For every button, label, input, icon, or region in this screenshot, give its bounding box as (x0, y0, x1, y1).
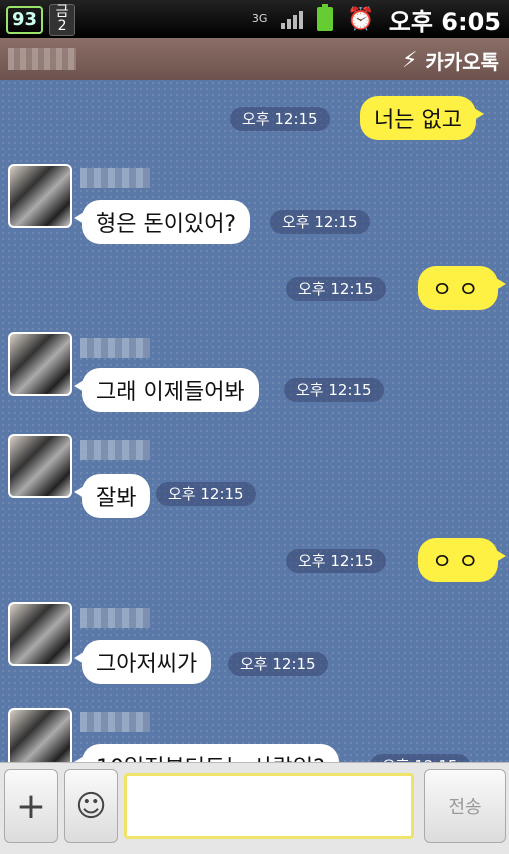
app-name: 카카오톡 (425, 50, 499, 74)
chat-area[interactable]: 오후 12:15 너는 없고 형은 돈이있어? 오후 12:15 오후 12:1… (0, 80, 509, 762)
message-time: 오후 12:15 (230, 107, 330, 131)
message-bubble-received[interactable]: 잘봐 (73, 474, 151, 518)
kakaotalk-brand: ⚡ 카카오톡 (402, 46, 499, 75)
message-time: 오후 12:15 (284, 378, 384, 402)
sender-name-blurred (80, 608, 150, 628)
status-time: 오후 6:05 (388, 7, 501, 36)
message-bubble-received[interactable]: 그아저씨가 (73, 640, 212, 684)
message-bubble-received[interactable]: 그래 이제들어봐 (74, 368, 259, 412)
sender-name-blurred (80, 712, 150, 732)
sender-name-blurred (80, 440, 150, 460)
message-bubble-received[interactable]: 10일전부터도는 사람임? (74, 744, 339, 762)
signal-icon (281, 9, 304, 29)
notification-badge-top: 금 (55, 4, 69, 20)
attach-plus-button[interactable]: + (4, 769, 58, 843)
message-time: 오후 12:15 (370, 754, 470, 762)
message-bubble-sent[interactable]: 너는 없고 (360, 96, 484, 140)
lightning-icon: ⚡ (401, 48, 418, 73)
message-time: 오후 12:15 (228, 652, 328, 676)
avatar[interactable] (8, 164, 72, 228)
message-input[interactable] (124, 773, 414, 839)
plus-icon: + (15, 785, 47, 827)
message-time: 오후 12:15 (286, 277, 386, 301)
battery-icon (317, 4, 334, 31)
smiley-icon: ☺ (75, 788, 107, 824)
status-bar: 93 금 2 3G ⏰ 오후 6:05 (0, 0, 509, 38)
message-time: 오후 12:15 (156, 482, 256, 506)
sender-name-blurred (80, 168, 150, 188)
message-time: 오후 12:15 (286, 549, 386, 573)
send-button[interactable]: 전송 (424, 769, 506, 843)
alarm-icon: ⏰ (347, 6, 375, 32)
avatar[interactable] (8, 708, 72, 762)
message-bubble-sent[interactable]: ㅇㅇ (418, 266, 508, 310)
message-input-bar: + ☺ 전송 (0, 762, 509, 854)
sender-name-blurred (80, 338, 150, 358)
battery-percent-badge: 93 (6, 6, 44, 34)
emoticon-button[interactable]: ☺ (64, 769, 118, 843)
avatar[interactable] (8, 434, 72, 498)
network-type: 3G (251, 12, 268, 25)
chat-title-bar: ⚡ 카카오톡 (0, 38, 509, 81)
avatar[interactable] (8, 332, 72, 396)
message-bubble-received[interactable]: 형은 돈이있어? (73, 200, 251, 244)
message-time: 오후 12:15 (270, 210, 370, 234)
notification-badge-bottom: 2 (57, 18, 67, 34)
message-bubble-sent[interactable]: ㅇㅇ (418, 538, 508, 582)
avatar[interactable] (8, 602, 72, 666)
chat-partner-name-blurred (8, 48, 76, 70)
notification-badge: 금 2 (49, 4, 76, 36)
